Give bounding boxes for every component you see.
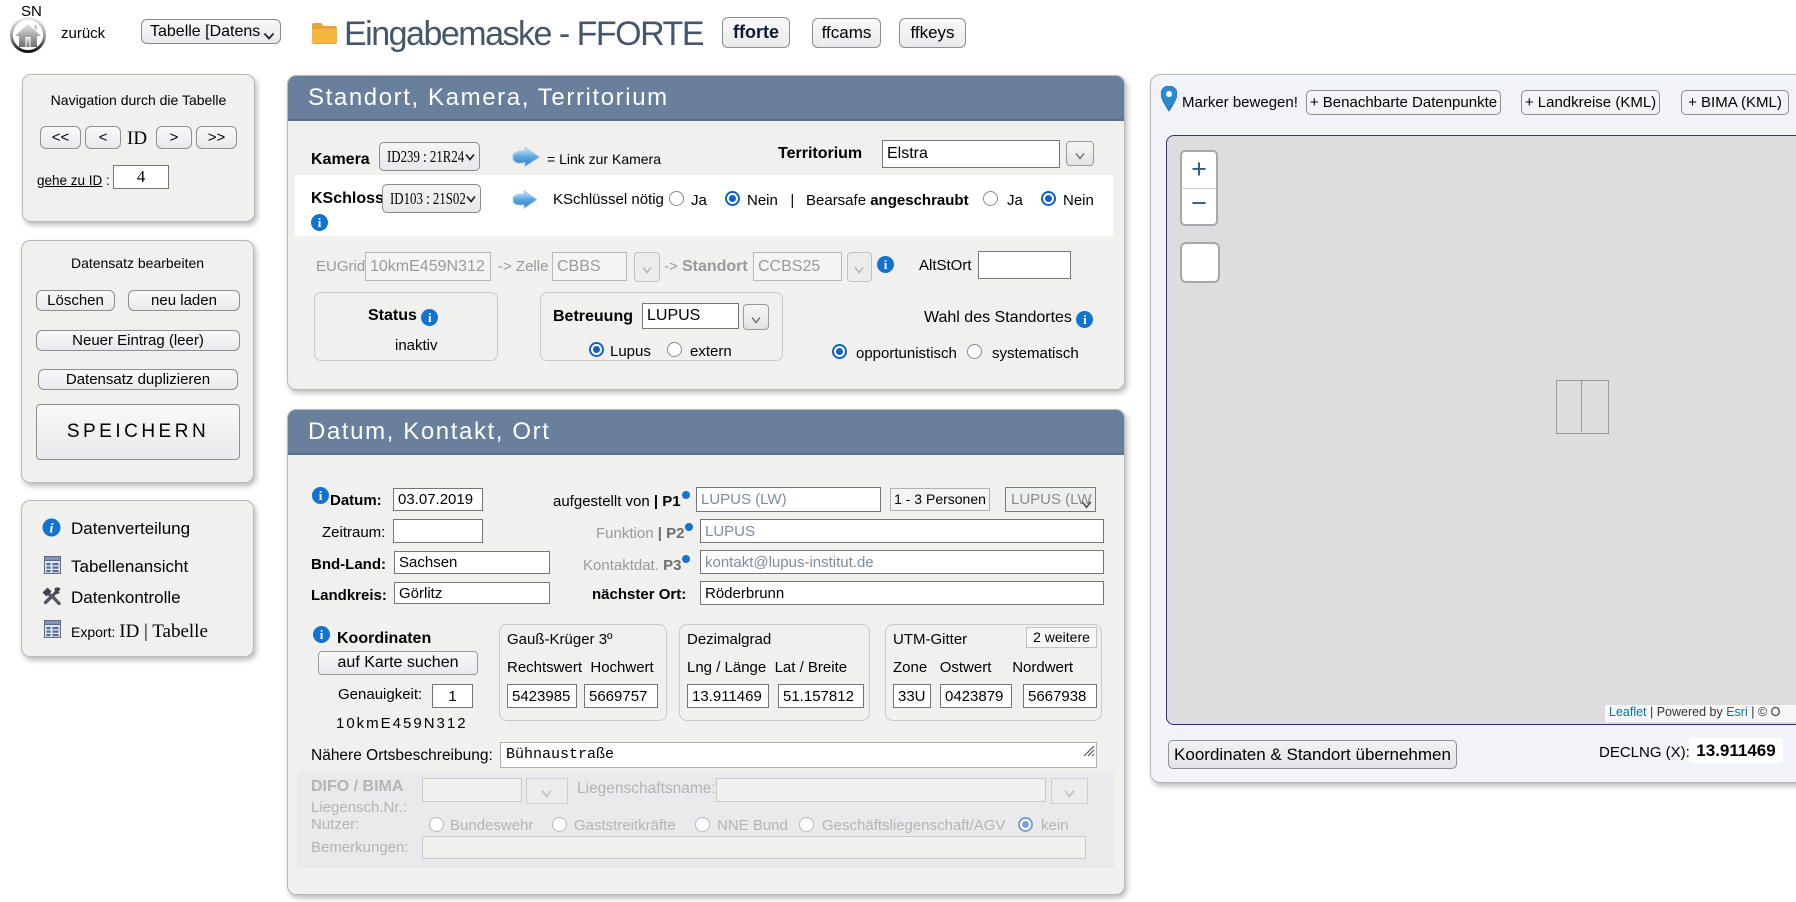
svg-text:i: i bbox=[50, 522, 54, 537]
